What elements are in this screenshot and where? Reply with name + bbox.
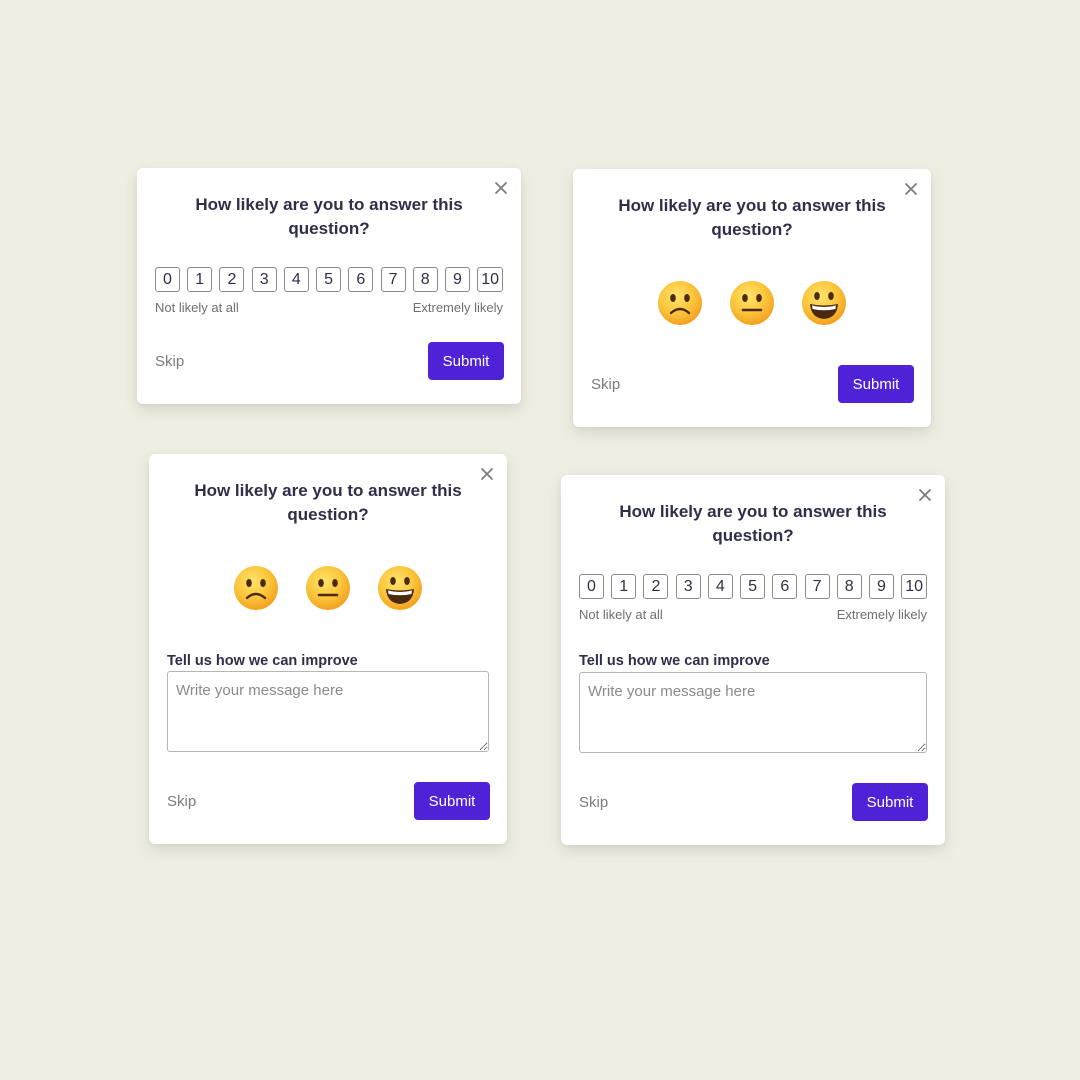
grinning-face-icon[interactable] (377, 565, 423, 611)
neutral-face-icon[interactable] (729, 280, 775, 326)
scale-option-5[interactable]: 5 (316, 267, 342, 292)
scale-labels: Not likely at all Extremely likely (155, 300, 503, 315)
question-title: How likely are you to answer this questi… (194, 481, 462, 524)
scale-low-label: Not likely at all (579, 607, 663, 622)
scale-option-10[interactable]: 10 (901, 574, 927, 599)
close-icon[interactable] (479, 466, 495, 482)
survey-card-emoji-feedback: How likely are you to answer this questi… (149, 454, 507, 844)
question-title: How likely are you to answer this questi… (619, 502, 887, 545)
scale-option-1[interactable]: 1 (187, 267, 213, 292)
question-title: How likely are you to answer this questi… (195, 195, 463, 238)
scale-option-9[interactable]: 9 (868, 574, 894, 599)
feedback-label: Tell us how we can improve (167, 653, 358, 669)
scale-option-1[interactable]: 1 (611, 574, 637, 599)
scale-option-2[interactable]: 2 (643, 574, 669, 599)
neutral-face-icon[interactable] (305, 565, 351, 611)
scale-option-5[interactable]: 5 (740, 574, 766, 599)
scale-option-8[interactable]: 8 (836, 574, 862, 599)
scale-option-0[interactable]: 0 (155, 267, 180, 292)
scale-option-6[interactable]: 6 (348, 267, 374, 292)
scale-high-label: Extremely likely (412, 300, 503, 315)
survey-card-scale-feedback: How likely are you to answer this questi… (561, 475, 945, 845)
skip-link[interactable]: Skip (591, 376, 620, 393)
submit-button[interactable]: Submit (852, 783, 928, 821)
emoji-rating (149, 565, 507, 611)
scale-option-4[interactable]: 4 (283, 267, 309, 292)
scale-option-9[interactable]: 9 (444, 267, 470, 292)
scale-option-0[interactable]: 0 (579, 574, 604, 599)
scale-option-3[interactable]: 3 (251, 267, 277, 292)
grinning-face-icon[interactable] (801, 280, 847, 326)
survey-card-emoji: How likely are you to answer this questi… (573, 169, 931, 427)
scale-low-label: Not likely at all (155, 300, 239, 315)
scale-option-3[interactable]: 3 (675, 574, 701, 599)
feedback-label: Tell us how we can improve (579, 653, 770, 669)
scale-option-7[interactable]: 7 (804, 574, 830, 599)
scale-option-2[interactable]: 2 (219, 267, 245, 292)
scale-labels: Not likely at all Extremely likely (579, 607, 927, 622)
close-icon[interactable] (493, 180, 509, 196)
close-icon[interactable] (903, 181, 919, 197)
feedback-textarea[interactable] (579, 672, 927, 753)
scale-option-8[interactable]: 8 (412, 267, 438, 292)
rating-scale: 0 1 2 3 4 5 6 7 8 9 10 (155, 267, 503, 292)
scale-option-4[interactable]: 4 (707, 574, 733, 599)
skip-link[interactable]: Skip (155, 353, 184, 370)
feedback-textarea[interactable] (167, 671, 489, 752)
skip-link[interactable]: Skip (167, 793, 196, 810)
scale-option-10[interactable]: 10 (477, 267, 503, 292)
skip-link[interactable]: Skip (579, 794, 608, 811)
close-icon[interactable] (917, 487, 933, 503)
rating-scale: 0 1 2 3 4 5 6 7 8 9 10 (579, 574, 927, 599)
slightly-frowning-face-icon[interactable] (233, 565, 279, 611)
submit-button[interactable]: Submit (414, 782, 490, 820)
scale-option-6[interactable]: 6 (772, 574, 798, 599)
scale-option-7[interactable]: 7 (380, 267, 406, 292)
slightly-frowning-face-icon[interactable] (657, 280, 703, 326)
submit-button[interactable]: Submit (838, 365, 914, 403)
survey-card-scale: How likely are you to answer this questi… (137, 168, 521, 404)
scale-high-label: Extremely likely (836, 607, 927, 622)
emoji-rating (573, 280, 931, 326)
submit-button[interactable]: Submit (428, 342, 504, 380)
question-title: How likely are you to answer this questi… (618, 196, 886, 239)
